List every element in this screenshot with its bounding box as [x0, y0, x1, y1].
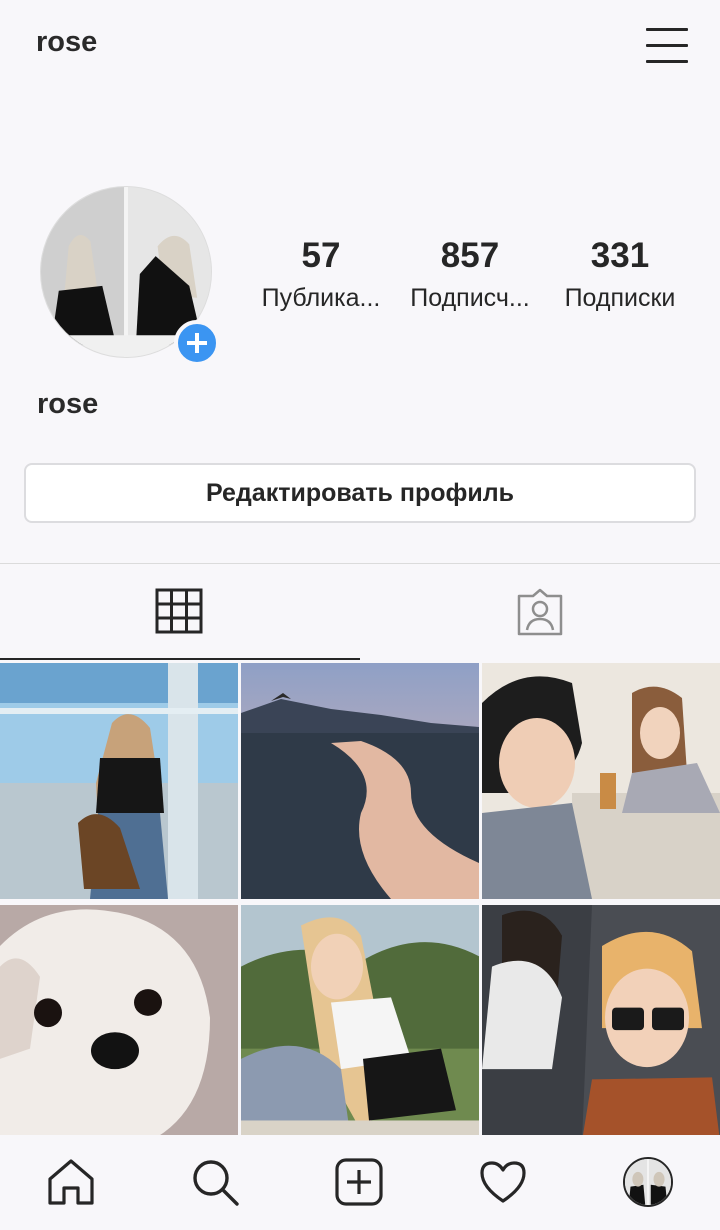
nav-add-post[interactable]: [334, 1157, 384, 1207]
profile-display-name: rose: [37, 388, 99, 420]
profile-tabs: [0, 564, 720, 660]
following-label: Подписки: [564, 284, 676, 312]
nav-home[interactable]: [46, 1157, 96, 1207]
grid-photo-5[interactable]: [241, 905, 479, 1141]
following-count: 331: [590, 236, 650, 275]
followers-count: 857: [440, 236, 500, 275]
stat-posts[interactable]: 57 Публика...: [251, 236, 391, 313]
posts-count: 57: [301, 236, 341, 275]
followers-label: Подписч...: [410, 284, 530, 312]
grid-photo-6[interactable]: [482, 905, 720, 1141]
nav-profile-avatar-icon[interactable]: [623, 1157, 673, 1207]
grid-photo-1[interactable]: [0, 663, 238, 899]
tagged-person-icon: [517, 588, 563, 636]
nav-search[interactable]: [190, 1157, 240, 1207]
add-story-plus-icon[interactable]: [174, 320, 220, 366]
add-post-icon: [335, 1158, 383, 1206]
nav-activity[interactable]: [478, 1157, 528, 1207]
header-username[interactable]: rose: [36, 26, 97, 59]
photo-grid: [0, 663, 720, 1141]
grid-photo-2[interactable]: [241, 663, 479, 899]
search-icon: [193, 1160, 239, 1206]
grid-icon: [155, 588, 203, 634]
grid-photo-4[interactable]: [0, 905, 238, 1141]
edit-profile-button[interactable]: Редактировать профиль: [24, 463, 696, 523]
tab-grid[interactable]: [0, 564, 360, 660]
tab-tagged[interactable]: [360, 564, 720, 660]
top-bar: rose: [0, 0, 720, 90]
bottom-navigation: [0, 1135, 720, 1230]
home-icon: [48, 1159, 94, 1205]
posts-label: Публика...: [261, 284, 381, 312]
heart-icon: [480, 1161, 526, 1203]
hamburger-menu-icon[interactable]: [646, 26, 688, 64]
stat-followers[interactable]: 857 Подписч...: [400, 236, 540, 313]
stat-following[interactable]: 331 Подписки: [550, 236, 690, 313]
grid-photo-3[interactable]: [482, 663, 720, 899]
profile-avatar-container[interactable]: [40, 186, 220, 366]
